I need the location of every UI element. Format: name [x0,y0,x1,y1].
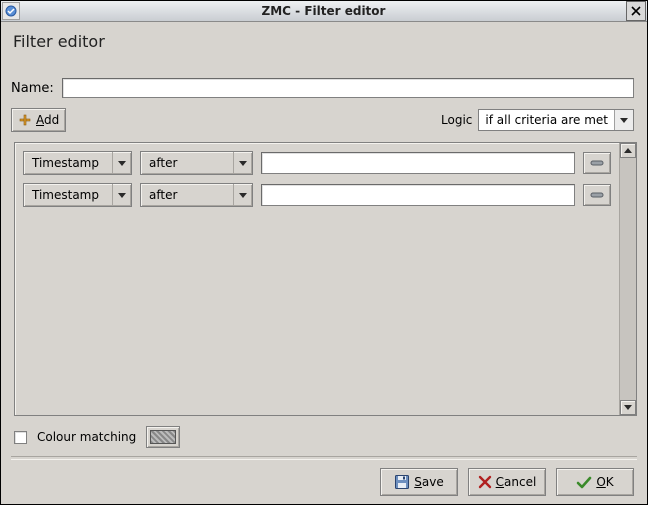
vertical-scrollbar[interactable] [619,143,636,415]
criterion-operator-combobox[interactable]: after [140,151,253,175]
chevron-down-icon [112,152,131,174]
chevron-down-icon [233,184,252,206]
minus-icon [590,191,604,199]
floppy-disk-icon [394,474,410,490]
colour-matching-row: Colour matching [11,426,637,448]
scrollbar-up-button[interactable] [620,143,636,158]
name-input[interactable] [62,78,634,98]
client-area: Filter editor Name: Add Logic if all cri… [1,22,647,504]
titlebar[interactable]: ZMC - Filter editor [1,1,647,22]
cancel-icon [478,475,492,489]
save-button-label: Save [414,475,443,489]
chevron-down-icon [112,184,131,206]
criterion-field-value: Timestamp [24,184,112,206]
criterion-row: Timestamp after [23,183,611,207]
criterion-field-value: Timestamp [24,152,112,174]
criterion-operator-value: after [141,152,233,174]
dialog-button-row: Save Cancel OK [11,468,637,496]
criterion-field-combobox[interactable]: Timestamp [23,151,132,175]
scrollbar-down-button[interactable] [620,400,636,415]
window-title: ZMC - Filter editor [21,4,626,18]
toolbar-row: Add Logic if all criteria are met [11,108,637,132]
save-button[interactable]: Save [380,468,458,496]
criterion-value-input[interactable] [261,152,575,174]
add-button-label: Add [36,113,59,127]
criterion-field-combobox[interactable]: Timestamp [23,183,132,207]
ok-button-label: OK [596,475,613,489]
colour-swatch-button[interactable] [146,426,180,448]
app-icon [2,2,20,20]
logic-label: Logic [441,113,472,127]
ok-icon [576,475,592,489]
criterion-remove-button[interactable] [583,152,611,174]
chevron-down-icon [614,110,633,130]
close-icon [631,6,641,16]
ok-button[interactable]: OK [556,468,634,496]
logic-combobox[interactable]: if all criteria are met [478,109,634,131]
cancel-button[interactable]: Cancel [468,468,546,496]
criterion-operator-value: after [141,184,233,206]
criterion-remove-button[interactable] [583,184,611,206]
criteria-panel: Timestamp after Timestamp after [14,142,637,416]
window-frame: ZMC - Filter editor Filter editor Name: … [0,0,648,505]
colour-matching-checkbox[interactable] [14,431,27,444]
minus-icon [590,159,604,167]
logic-combobox-value: if all criteria are met [479,110,614,130]
plus-icon [18,113,32,127]
chevron-down-icon [233,152,252,174]
criterion-row: Timestamp after [23,151,611,175]
name-label: Name: [11,81,54,96]
criteria-list: Timestamp after Timestamp after [15,143,619,415]
add-button[interactable]: Add [11,108,66,132]
close-button[interactable] [626,1,646,21]
footer-separator [11,456,637,460]
colour-matching-label: Colour matching [37,430,136,444]
cancel-button-label: Cancel [496,475,537,489]
separator [11,65,637,66]
page-title: Filter editor [13,32,637,51]
name-row: Name: [11,78,637,98]
hatch-pattern-icon [150,430,176,444]
criterion-value-input[interactable] [261,184,575,206]
criterion-operator-combobox[interactable]: after [140,183,253,207]
